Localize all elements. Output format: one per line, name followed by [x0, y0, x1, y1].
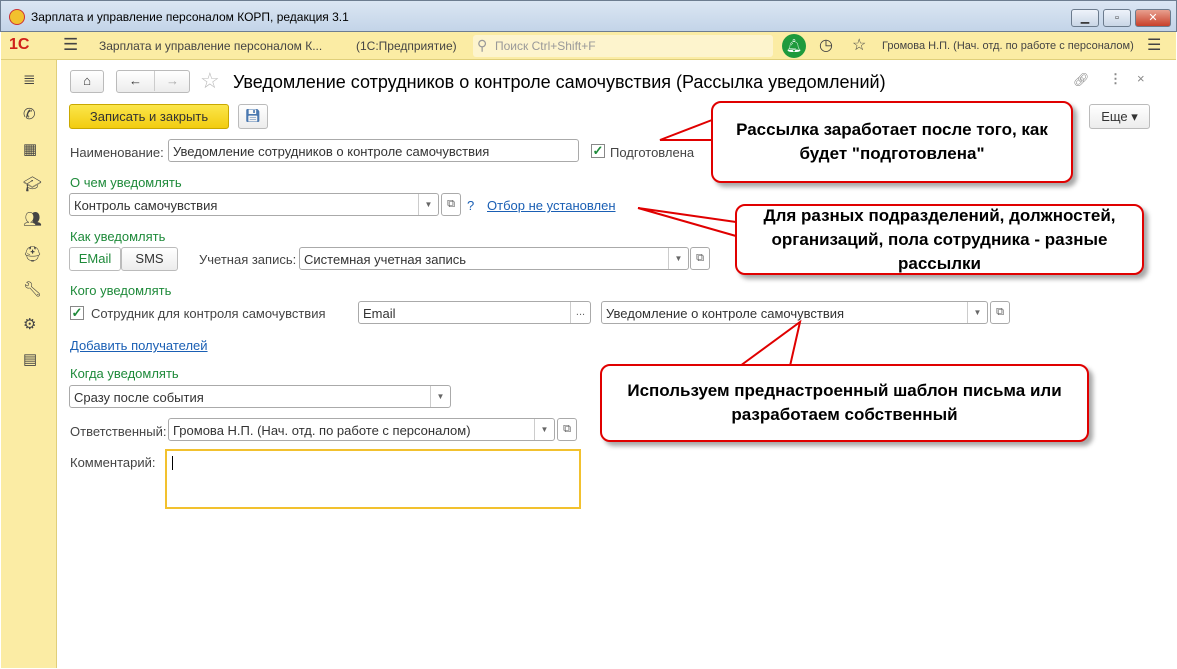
callout-template: Используем преднастроенный шаблон письма… — [600, 364, 1089, 442]
callout-pointer-2 — [637, 207, 737, 238]
callout-different-mailings: Для разных подразделений, должностей, ор… — [735, 204, 1144, 275]
callout-pointer-3 — [736, 319, 802, 367]
callout-pointer-1 — [659, 118, 713, 141]
callout-prepared: Рассылка заработает после того, как буде… — [711, 101, 1073, 183]
